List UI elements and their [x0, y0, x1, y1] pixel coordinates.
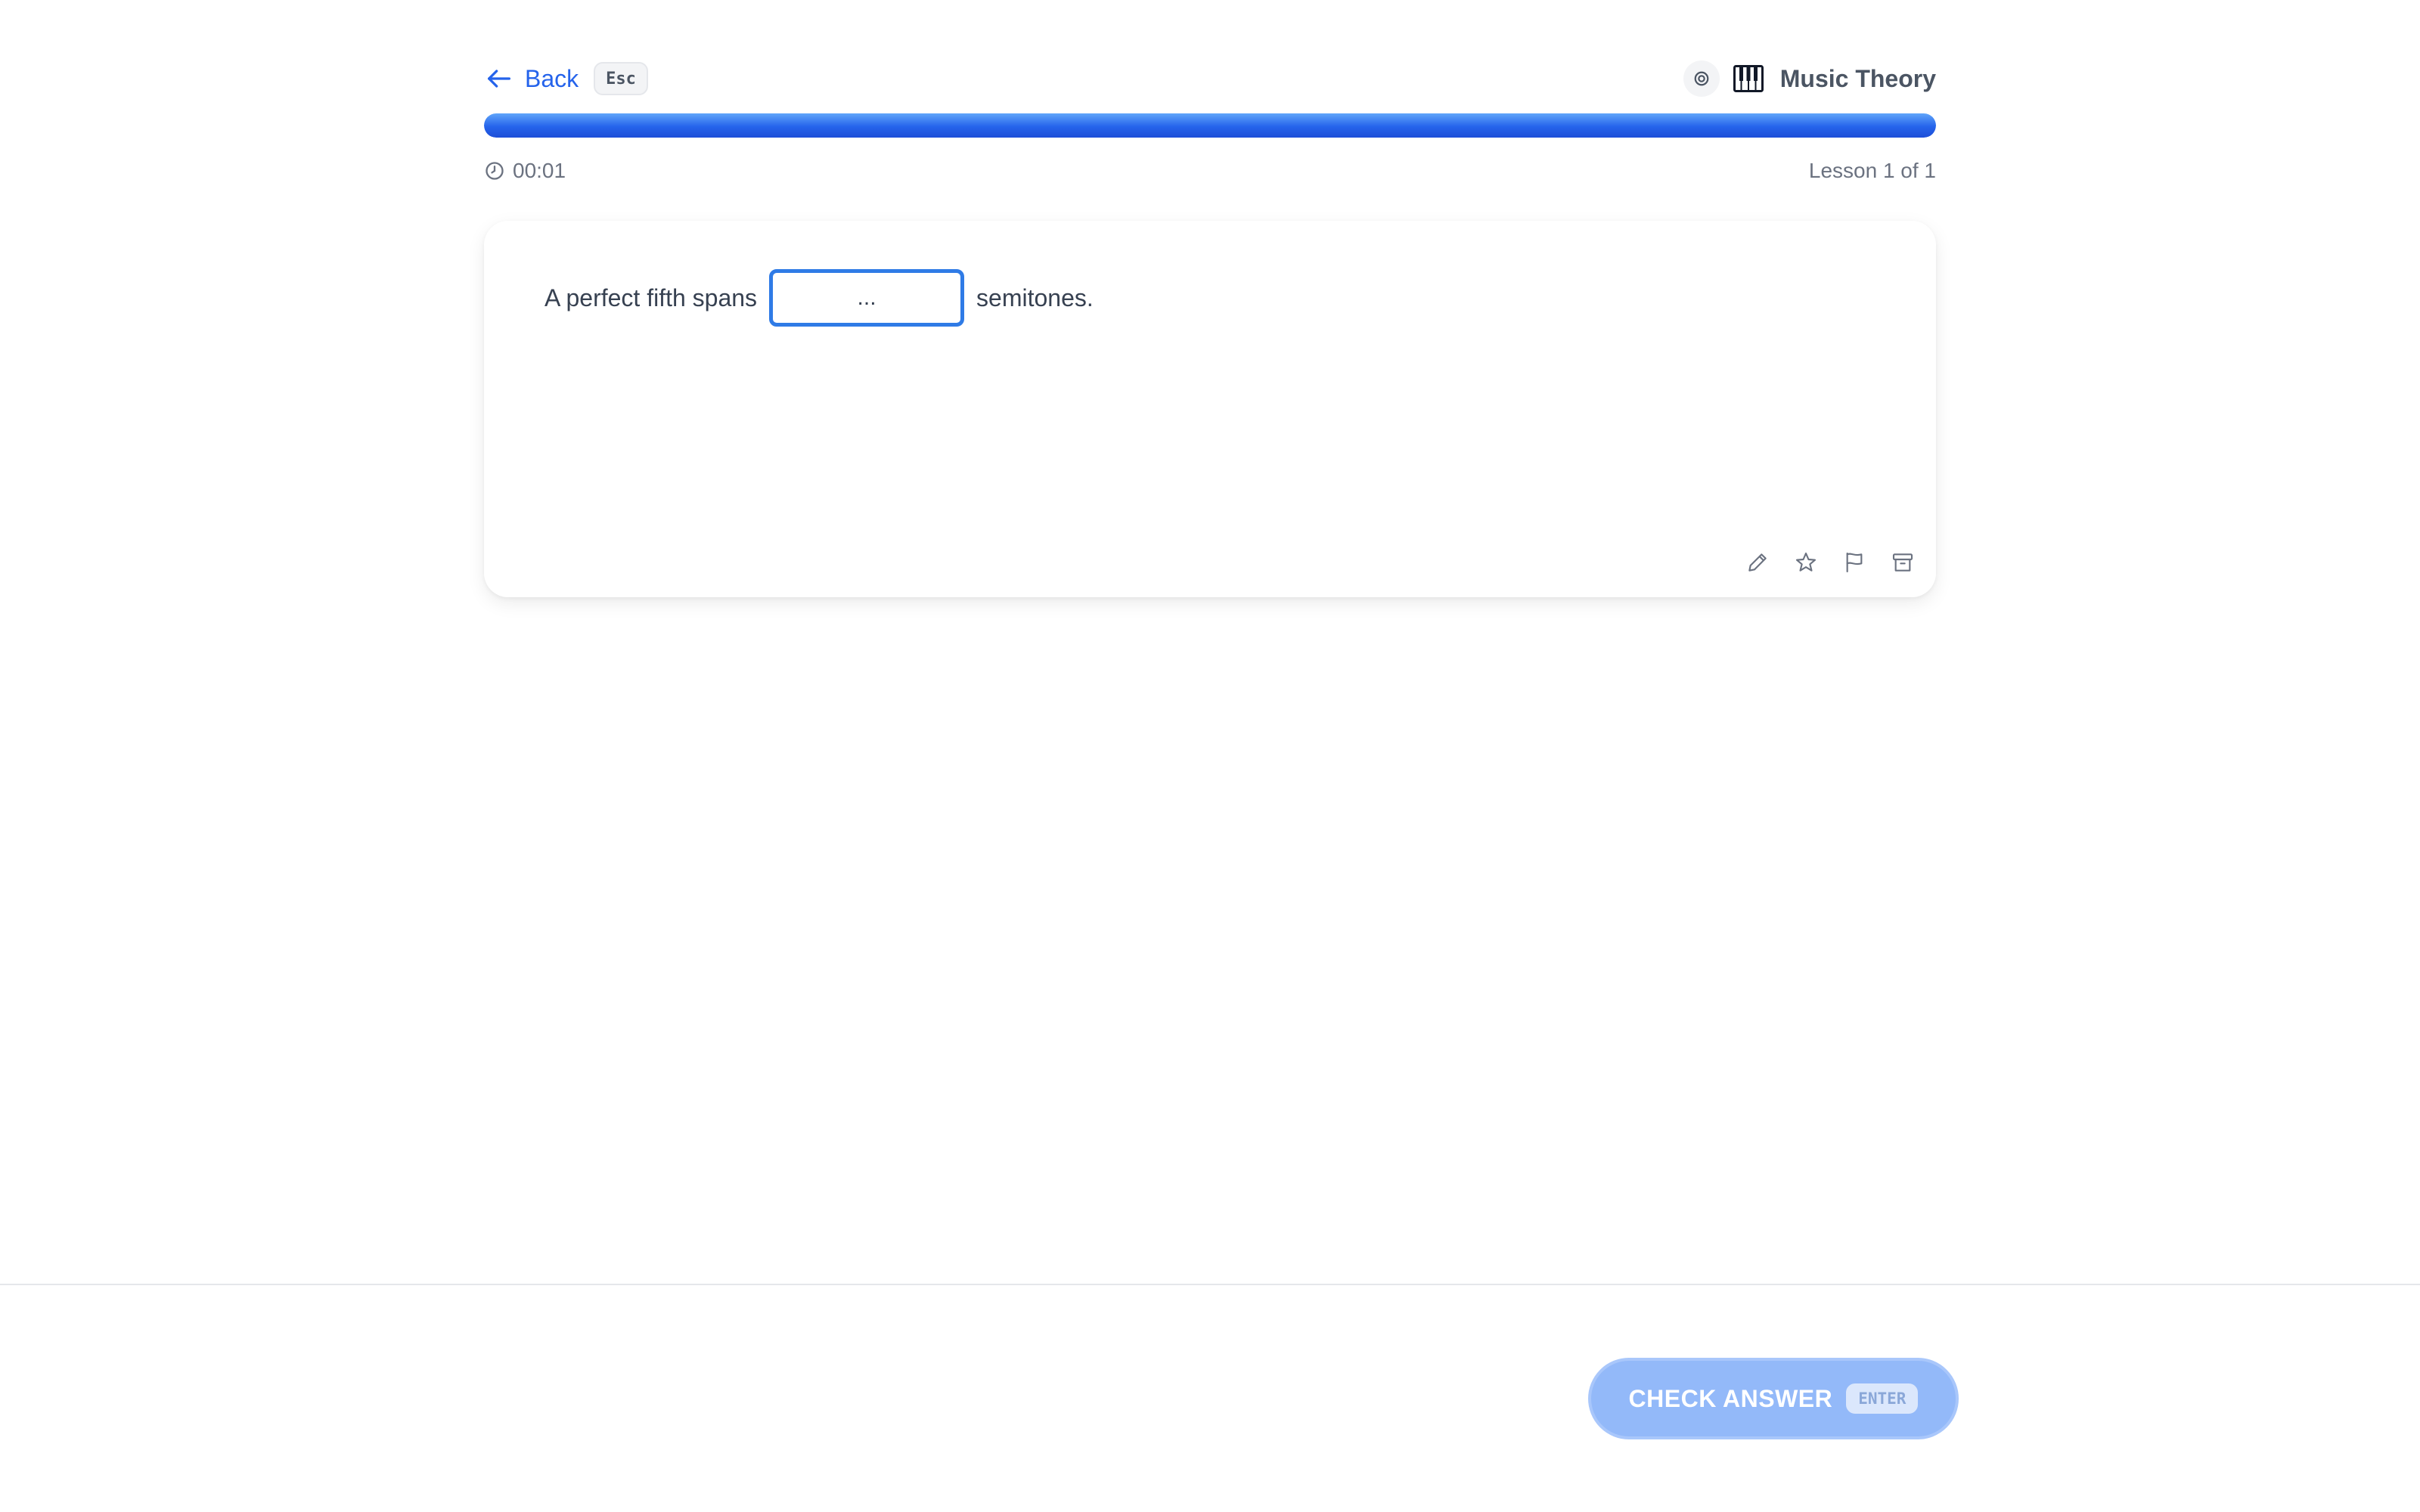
lesson-counter: Lesson 1 of 1	[1808, 159, 1936, 182]
back-label: Back	[525, 64, 579, 92]
pencil-icon	[1748, 553, 1767, 572]
course-title: Music Theory	[1779, 64, 1936, 92]
card-toolbar	[1724, 547, 1918, 578]
answer-blank-input[interactable]	[769, 269, 965, 327]
check-answer-label: CHECK ANSWER	[1628, 1384, 1833, 1412]
flag-icon	[1846, 552, 1863, 573]
footer-divider	[0, 1284, 2420, 1285]
back-button[interactable]: Back	[484, 64, 579, 94]
timer: 00:01	[484, 159, 566, 183]
question-text: A perfect fifth spans semitones.	[544, 269, 1094, 327]
edit-button[interactable]	[1742, 547, 1773, 578]
course-info: Music Theory	[1683, 60, 1936, 97]
favorite-button[interactable]	[1791, 547, 1821, 578]
arrow-left-icon	[488, 70, 510, 88]
lesson-progress-fill	[484, 113, 1936, 138]
target-icon	[1694, 71, 1709, 86]
report-button[interactable]	[1839, 547, 1869, 578]
course-badge[interactable]	[1683, 60, 1720, 97]
question-suffix: semitones.	[976, 284, 1094, 311]
back-group: Back Esc	[484, 62, 648, 95]
check-answer-button[interactable]: CHECK ANSWER ENTER	[1588, 1358, 1959, 1439]
lesson-header: Back Esc Music Theory	[484, 57, 1936, 100]
star-icon	[1795, 552, 1817, 572]
question-card: A perfect fifth spans semitones.	[484, 221, 1936, 597]
esc-shortcut-badge: Esc	[594, 62, 648, 95]
piano-icon	[1733, 65, 1764, 92]
clock-icon	[486, 162, 504, 180]
timer-value: 00:01	[513, 159, 566, 182]
lesson-meta: 00:01 Lesson 1 of 1	[484, 154, 1936, 187]
question-prefix: A perfect fifth spans	[544, 284, 758, 311]
enter-shortcut-badge: ENTER	[1846, 1383, 1919, 1414]
archive-button[interactable]	[1888, 547, 1918, 578]
archive-icon	[1892, 553, 1913, 572]
lesson-page: Back Esc Music Theory 00:01 Lesson 1 of …	[0, 0, 2420, 1512]
lesson-progress-bar	[484, 113, 1936, 138]
